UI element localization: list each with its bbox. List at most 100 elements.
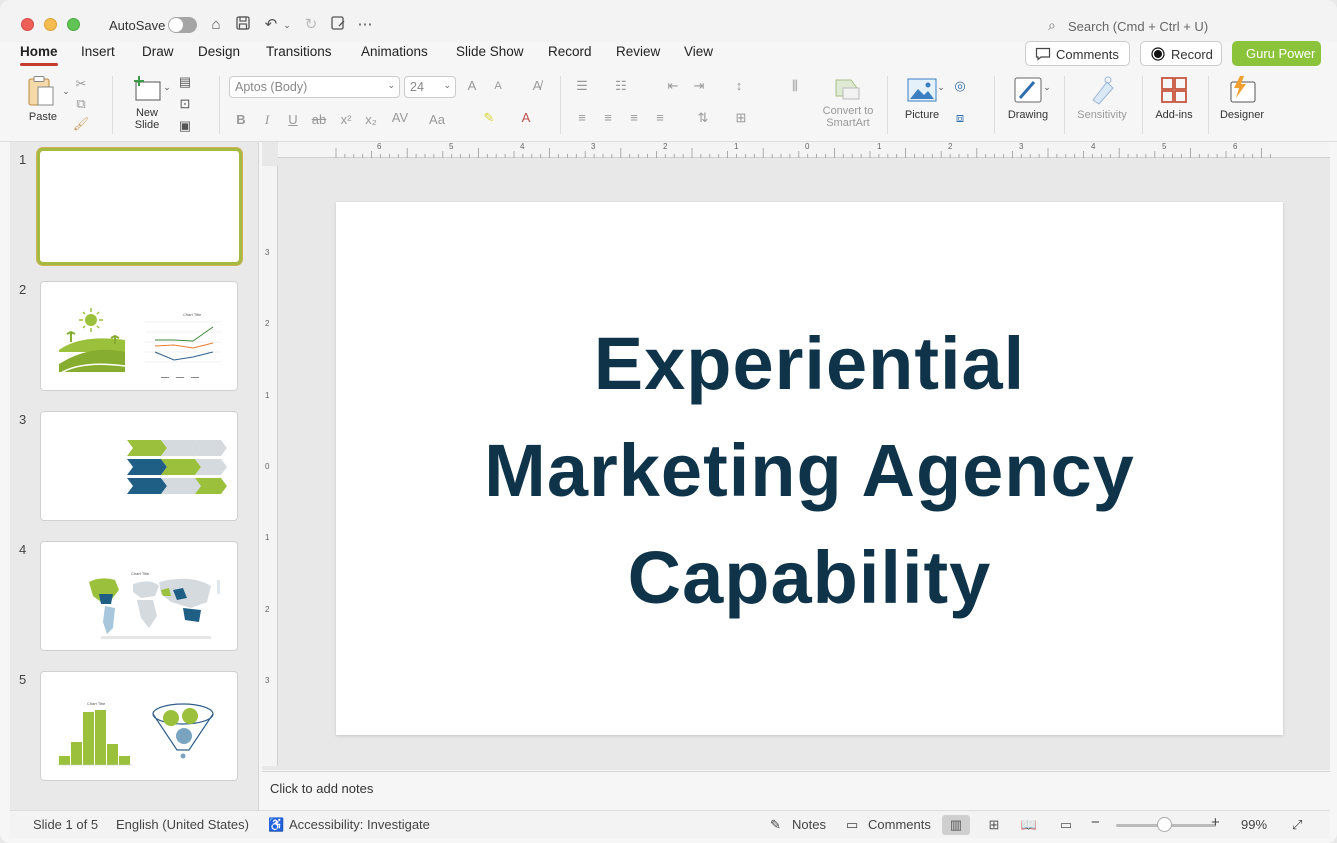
justify-icon[interactable]: ≡ [651, 110, 669, 125]
slide-thumbnail-2[interactable]: Chart Title [40, 281, 238, 391]
comments-button-label: Comments [1056, 47, 1119, 62]
format-painter-icon[interactable]: 🖌 [72, 116, 90, 132]
zoom-slider-knob[interactable] [1157, 817, 1172, 832]
designer-button[interactable]: Designer [1214, 74, 1270, 121]
section-icon[interactable]: ▣ [176, 118, 194, 134]
slide-thumbnail-3[interactable] [40, 411, 238, 521]
tab-insert[interactable]: Insert [81, 44, 115, 59]
add-ins-button[interactable]: Add-ins [1150, 74, 1198, 121]
comments-icon[interactable]: ▭ [846, 817, 858, 833]
drawing-dropdown-chevron-icon[interactable]: ⌄ [1038, 82, 1056, 93]
search-box[interactable]: ⌕ Search (Cmd + Ctrl + U) [1040, 15, 1260, 37]
tab-transitions[interactable]: Transitions [266, 44, 332, 59]
more-options-icon[interactable]: ⋯ [355, 15, 375, 35]
highlight-color-icon[interactable]: ✎ [480, 110, 498, 126]
tab-home[interactable]: Home [20, 44, 58, 66]
reset-icon[interactable]: ⊡ [176, 96, 194, 112]
layout-icon[interactable]: ▤ [176, 74, 194, 90]
increase-indent-icon[interactable]: ⇥ [690, 78, 708, 94]
save-as-icon[interactable] [328, 15, 348, 35]
font-size-field[interactable]: 24 ⌄ [404, 76, 456, 98]
align-center-icon[interactable]: ≡ [599, 110, 617, 125]
tab-draw[interactable]: Draw [142, 44, 174, 59]
ribbon-separator [560, 76, 561, 134]
maximize-window-button[interactable] [67, 18, 80, 31]
bold-icon[interactable]: B [232, 112, 250, 127]
character-spacing-icon[interactable]: AV [388, 110, 412, 125]
italic-icon[interactable]: I [258, 112, 276, 128]
numbering-icon[interactable]: ☷ [612, 78, 630, 94]
undo-dropdown-chevron-icon[interactable]: ⌄ [280, 15, 294, 35]
font-name-field[interactable]: Aptos (Body) ⌄ [229, 76, 400, 98]
subscript-icon[interactable]: x₂ [362, 112, 380, 127]
designer-label: Designer [1219, 109, 1265, 121]
text-direction-icon[interactable]: ⇅ [694, 110, 712, 126]
bullets-icon[interactable]: ☰ [573, 78, 591, 94]
accessibility-icon[interactable]: ♿ [268, 817, 284, 833]
home-icon[interactable]: ⌂ [206, 15, 226, 35]
accessibility-status[interactable]: Accessibility: Investigate [289, 817, 430, 832]
slide-thumbnail-1[interactable] [37, 148, 242, 265]
minimize-window-button[interactable] [44, 18, 57, 31]
normal-view-button[interactable]: ▥ [942, 815, 970, 835]
tab-animations[interactable]: Animations [361, 44, 428, 59]
undo-icon[interactable]: ↶ [261, 15, 281, 35]
tab-view[interactable]: View [684, 44, 713, 59]
increase-font-size-icon[interactable]: A [463, 78, 481, 93]
comments-toggle[interactable]: Comments [868, 817, 931, 832]
record-button[interactable]: Record [1140, 41, 1222, 66]
decrease-indent-icon[interactable]: ⇤ [664, 78, 682, 94]
slide-thumbnail-4[interactable]: Chart Title [40, 541, 238, 651]
text-box-icon[interactable]: ⧈ [951, 110, 969, 126]
decrease-font-size-icon[interactable]: A [489, 80, 507, 92]
align-right-icon[interactable]: ≡ [625, 110, 643, 125]
thumbnail-number: 2 [19, 282, 27, 297]
redo-icon[interactable]: ↻ [301, 15, 321, 35]
convert-to-smartart-button[interactable]: Convert to SmartArt [818, 76, 878, 129]
comments-button[interactable]: Comments [1025, 41, 1130, 66]
picture-dropdown-chevron-icon[interactable]: ⌄ [932, 82, 950, 93]
paste-button[interactable]: Paste [22, 75, 64, 123]
line-spacing-icon[interactable]: ↕ [730, 78, 748, 93]
close-window-button[interactable] [21, 18, 34, 31]
save-icon[interactable] [233, 15, 253, 35]
tab-review[interactable]: Review [616, 44, 660, 59]
clear-formatting-icon[interactable]: A̸ [528, 78, 546, 93]
zoom-out-button[interactable]: − [1091, 814, 1100, 831]
sensitivity-button[interactable]: Sensitivity [1072, 74, 1132, 121]
tab-slide-show[interactable]: Slide Show [456, 44, 524, 59]
guru-power-button[interactable]: Guru Power [1232, 41, 1321, 66]
slide-sorter-view-button[interactable]: ⊞ [980, 815, 1008, 835]
slide-title[interactable]: Experiential Marketing Agency Capability [336, 310, 1283, 631]
zoom-in-button[interactable]: + [1211, 814, 1220, 831]
slide-thumbnail-5[interactable]: Chart Title [40, 671, 238, 781]
zoom-level[interactable]: 99% [1241, 817, 1267, 832]
notes-toggle[interactable]: Notes [792, 817, 826, 832]
notes-icon[interactable]: ✎ [770, 817, 781, 833]
ruler-label: 2 [663, 142, 668, 151]
record-button-label: Record [1171, 47, 1213, 62]
histogram-funnel-preview: Chart Title [57, 701, 214, 766]
underline-icon[interactable]: U [284, 112, 302, 127]
copy-icon[interactable]: ⧉ [72, 96, 90, 112]
change-case-icon[interactable]: Aa [425, 112, 449, 127]
columns-icon[interactable]: ⫼ [786, 78, 804, 94]
language-indicator[interactable]: English (United States) [116, 817, 249, 832]
strikethrough-icon[interactable]: ab [310, 112, 328, 127]
tab-design[interactable]: Design [198, 44, 240, 59]
new-slide-dropdown-chevron-icon[interactable]: ⌄ [158, 82, 176, 93]
notes-pane[interactable]: Click to add notes [262, 771, 1330, 809]
align-text-icon[interactable]: ⊞ [732, 110, 750, 126]
current-slide[interactable]: Experiential Marketing Agency Capability [336, 202, 1283, 735]
presenter-view-button[interactable]: ▭ [1052, 815, 1080, 835]
reading-view-button[interactable]: 📖 [1015, 815, 1043, 835]
tab-record[interactable]: Record [548, 44, 592, 59]
autosave-toggle[interactable] [168, 17, 197, 33]
superscript-icon[interactable]: x² [337, 112, 355, 127]
cut-icon[interactable]: ✂ [72, 76, 90, 92]
font-color-icon[interactable]: A [517, 110, 535, 125]
fit-to-window-icon[interactable]: ⤢ [1292, 817, 1302, 833]
record-icon [1151, 47, 1165, 61]
shapes-icon[interactable]: ◎ [951, 78, 969, 94]
align-left-icon[interactable]: ≡ [573, 110, 591, 125]
